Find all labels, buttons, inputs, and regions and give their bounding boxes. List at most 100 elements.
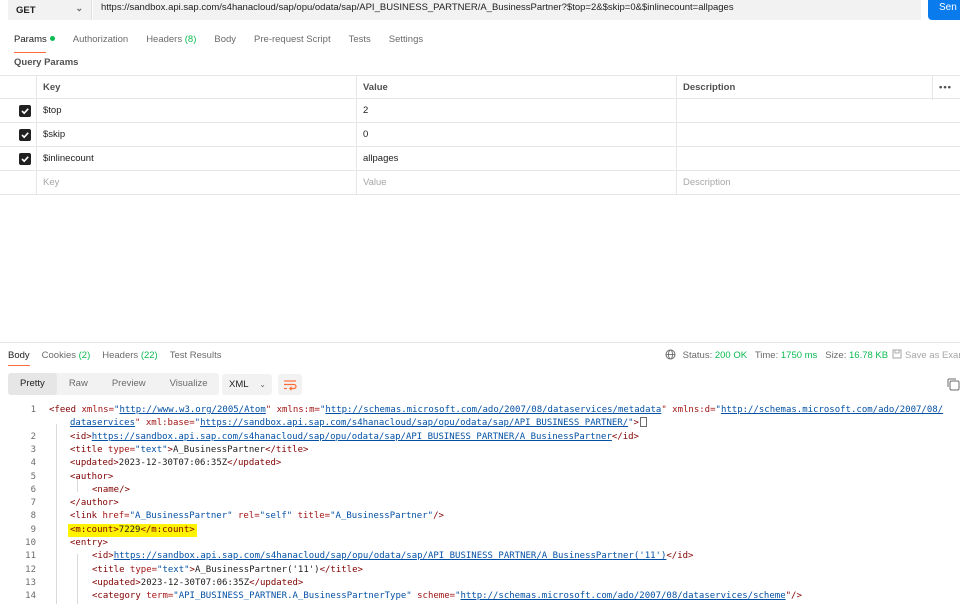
- param-key-cell[interactable]: $inlinecount: [36, 147, 356, 171]
- code-text: <updated>2023-12-30T07:06:35Z</updated>: [70, 457, 281, 470]
- table-row: $skip 0: [0, 123, 960, 147]
- save-as-example-button[interactable]: Save as Exam: [892, 349, 960, 363]
- send-button[interactable]: Sen: [928, 0, 960, 20]
- time-value[interactable]: 1750 ms: [781, 350, 817, 361]
- format-select-value: XML: [229, 379, 249, 390]
- xml-value: "API_BUSINESS_PARTNER.A_BusinessPartnerT…: [173, 591, 412, 602]
- format-select[interactable]: XML ⌄: [222, 374, 272, 395]
- tab-headers-label: Headers: [146, 34, 183, 45]
- line-number: 8: [30, 511, 36, 522]
- xml-value: "A_BusinessPartner": [129, 511, 233, 522]
- xml-tag: <updated>: [92, 577, 141, 588]
- code-text: dataservices" xml:base="https://sandbox.…: [70, 417, 647, 430]
- param-description-cell[interactable]: [676, 147, 932, 171]
- code-text: <name/>: [92, 484, 130, 495]
- param-value-cell[interactable]: 2: [356, 99, 676, 123]
- code-line: 7 </author>: [0, 497, 960, 510]
- view-visualize-button[interactable]: Visualize: [158, 373, 220, 395]
- xml-link[interactable]: http://schemas.microsoft.com/ado/2007/08…: [325, 405, 661, 415]
- code-line: dataservices" xml:base="https://sandbox.…: [0, 417, 960, 430]
- xml-attr: " xml:base=: [135, 418, 195, 429]
- xml-link[interactable]: dataservices: [70, 418, 135, 428]
- tab-params[interactable]: Params: [14, 32, 55, 53]
- tab-tests[interactable]: Tests: [349, 32, 371, 50]
- cookies-count: (2): [78, 350, 91, 361]
- copy-icon[interactable]: [947, 378, 960, 394]
- more-options-icon[interactable]: •••: [932, 76, 960, 100]
- request-url-bar: GET ⌄ https://sandbox.api.sap.com/s4hana…: [0, 0, 960, 26]
- line-number: 11: [25, 551, 36, 562]
- view-mode-switcher: Pretty Raw Preview Visualize: [8, 373, 220, 395]
- checkbox-checked-icon[interactable]: [19, 105, 31, 117]
- xml-link[interactable]: http://schemas.microsoft.com/ado/2007/08…: [461, 591, 786, 601]
- status-value[interactable]: 200 OK: [715, 350, 747, 361]
- code-line: 14 <category term="API_BUSINESS_PARTNER.…: [0, 590, 960, 603]
- chevron-down-icon: ⌄: [75, 3, 83, 13]
- xml-value: "text": [157, 564, 190, 575]
- view-raw-button[interactable]: Raw: [57, 373, 100, 395]
- code-text: </author>: [70, 498, 119, 509]
- param-description-cell[interactable]: [676, 123, 932, 147]
- line-number: 14: [25, 591, 36, 602]
- tab-settings[interactable]: Settings: [389, 32, 423, 50]
- line-number: 7: [30, 498, 36, 509]
- code-line: 4 <updated>2023-12-30T07:06:35Z</updated…: [0, 457, 960, 470]
- xml-attr: href=: [97, 511, 130, 522]
- column-header-key: Key: [36, 76, 356, 100]
- code-line: 10 <entry>: [0, 537, 960, 550]
- xml-attr: " xmlns:d=: [661, 405, 716, 415]
- xml-tag: </title>: [319, 564, 363, 575]
- save-as-example-label: Save as Exam: [905, 350, 960, 361]
- highlighted-count: <m:count>7229</m:count>: [68, 523, 197, 537]
- param-key-cell[interactable]: $skip: [36, 123, 356, 147]
- row-checkbox-cell: [0, 147, 36, 171]
- code-line: 9 <m:count>7229</m:count>: [0, 523, 960, 537]
- pane-divider[interactable]: [0, 342, 960, 343]
- xml-tag: <link: [70, 511, 98, 522]
- new-description-input[interactable]: Description: [676, 171, 932, 195]
- headers-count: (8): [184, 34, 197, 45]
- view-pretty-button[interactable]: Pretty: [8, 373, 57, 395]
- wrap-lines-button[interactable]: [278, 374, 302, 395]
- row-checkbox-cell: [0, 171, 36, 195]
- param-description-cell[interactable]: [676, 99, 932, 123]
- xml-link[interactable]: http://www.w3.org/2005/Atom: [119, 405, 265, 415]
- new-key-input[interactable]: Key: [36, 171, 356, 195]
- checkbox-checked-icon[interactable]: [19, 153, 31, 165]
- xml-link[interactable]: https://sandbox.api.sap.com/s4hanacloud/…: [114, 551, 667, 561]
- method-select[interactable]: GET ⌄: [8, 0, 92, 20]
- xml-tag: <updated>: [70, 458, 119, 469]
- table-row: $inlinecount allpages: [0, 147, 960, 171]
- xml-tag: <feed: [49, 405, 77, 415]
- xml-attr: term=: [140, 591, 174, 602]
- tab-cookies[interactable]: Cookies (2): [42, 349, 91, 363]
- checkbox-checked-icon[interactable]: [19, 129, 31, 141]
- active-dot-icon: [49, 36, 55, 41]
- code-line: 3 <title type="text">A_BusinessPartner</…: [0, 444, 960, 457]
- xml-attr: rel=: [232, 511, 260, 522]
- tab-test-results[interactable]: Test Results: [170, 349, 222, 363]
- code-line: 8 <link href="A_BusinessPartner" rel="se…: [0, 510, 960, 523]
- new-value-input[interactable]: Value: [356, 171, 676, 195]
- url-input[interactable]: https://sandbox.api.sap.com/s4hanacloud/…: [93, 0, 921, 20]
- param-value-cell[interactable]: allpages: [356, 147, 676, 171]
- tab-response-headers[interactable]: Headers (22): [102, 349, 157, 363]
- xml-link[interactable]: http://schemas.microsoft.com/ado/2007/08…: [721, 405, 943, 415]
- tab-body[interactable]: Body: [214, 32, 236, 50]
- tab-params-label: Params: [14, 34, 47, 45]
- size-value[interactable]: 16.78 KB: [849, 350, 888, 361]
- tab-headers[interactable]: Headers (8): [146, 32, 196, 50]
- xml-text: 2023-12-30T07:06:35Z: [140, 577, 250, 588]
- param-value-cell[interactable]: 0: [356, 123, 676, 147]
- tab-response-body[interactable]: Body: [8, 349, 30, 366]
- xml-tag-end: >: [633, 418, 639, 429]
- tab-authorization[interactable]: Authorization: [73, 32, 128, 50]
- view-preview-button[interactable]: Preview: [100, 373, 158, 395]
- tab-prerequest-script[interactable]: Pre-request Script: [254, 32, 331, 50]
- table-header-row: Key Value Description •••: [0, 75, 960, 100]
- param-key-cell[interactable]: $top: [36, 99, 356, 123]
- xml-link[interactable]: https://sandbox.api.sap.com/s4hanacloud/…: [92, 432, 612, 442]
- xml-link[interactable]: https://sandbox.api.sap.com/s4hanacloud/…: [200, 418, 628, 428]
- globe-icon[interactable]: [665, 349, 676, 365]
- xml-value: "text": [135, 444, 168, 455]
